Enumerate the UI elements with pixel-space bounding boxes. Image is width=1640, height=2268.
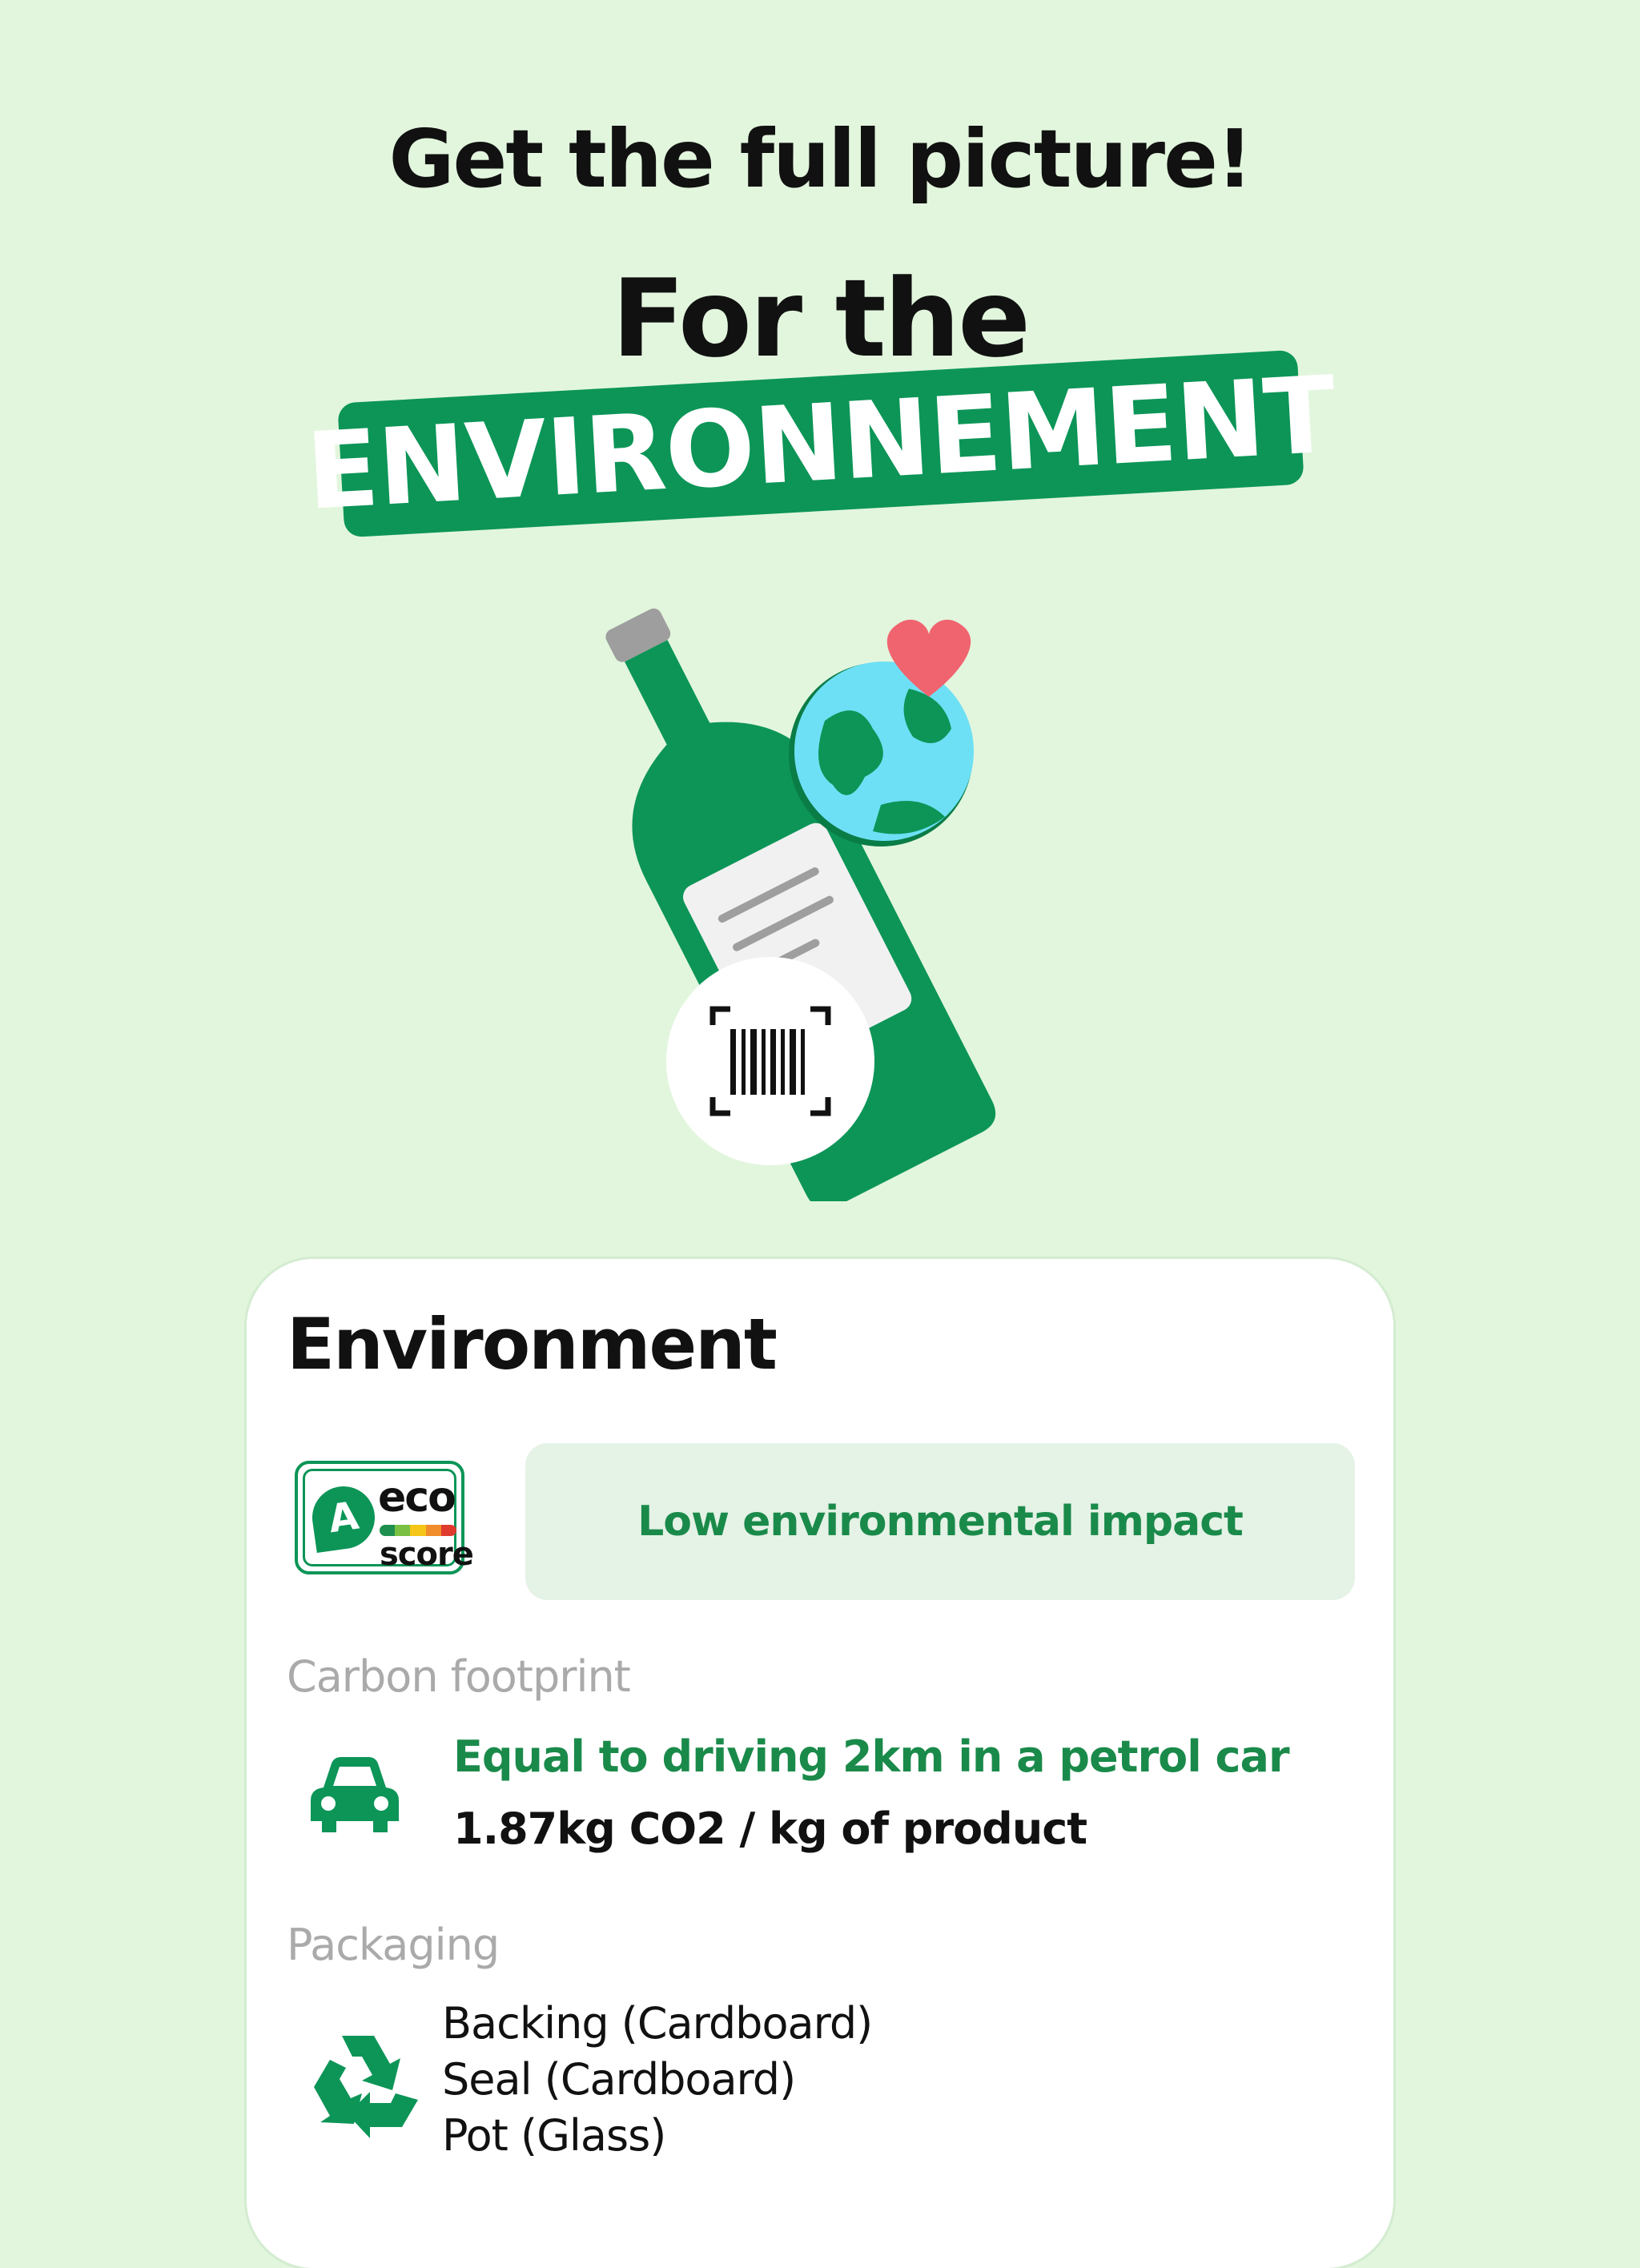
packaging-label: Packaging	[287, 1920, 500, 1970]
impact-summary: Low environmental impact	[525, 1443, 1355, 1600]
bottle-illustration	[605, 608, 996, 1201]
eco-scale	[380, 1525, 457, 1536]
eco-word: eco	[378, 1474, 456, 1522]
card-title: Environment	[287, 1303, 778, 1385]
carbon-value: 1.87kg CO2 / kg of product	[453, 1804, 1087, 1854]
packaging-list: Backing (Cardboard) Seal (Cardboard) Pot…	[442, 1996, 873, 2164]
carbon-equivalent: Equal to driving 2km in a petrol car	[453, 1731, 1290, 1782]
eco-grade: A	[325, 1493, 362, 1542]
subheadline: For the	[611, 256, 1031, 381]
eco-score-word: score	[380, 1536, 474, 1573]
eco-score-badge: A eco score	[295, 1461, 474, 1574]
headline: Get the full picture!	[388, 112, 1252, 206]
packaging-item: Pot (Glass)	[442, 2110, 666, 2161]
recycle-icon	[314, 2036, 418, 2138]
environment-card: Environment A eco score Low environmenta…	[247, 1259, 1393, 2268]
packaging-item: Backing (Cardboard)	[442, 1998, 873, 2049]
carbon-footprint-label: Carbon footprint	[287, 1651, 631, 1702]
barcode-scan-icon	[666, 957, 874, 1165]
packaging-item: Seal (Cardboard)	[442, 2054, 796, 2105]
globe-icon	[789, 662, 974, 846]
car-icon	[311, 1757, 399, 1832]
impact-label: Low environmental impact	[637, 1498, 1244, 1546]
